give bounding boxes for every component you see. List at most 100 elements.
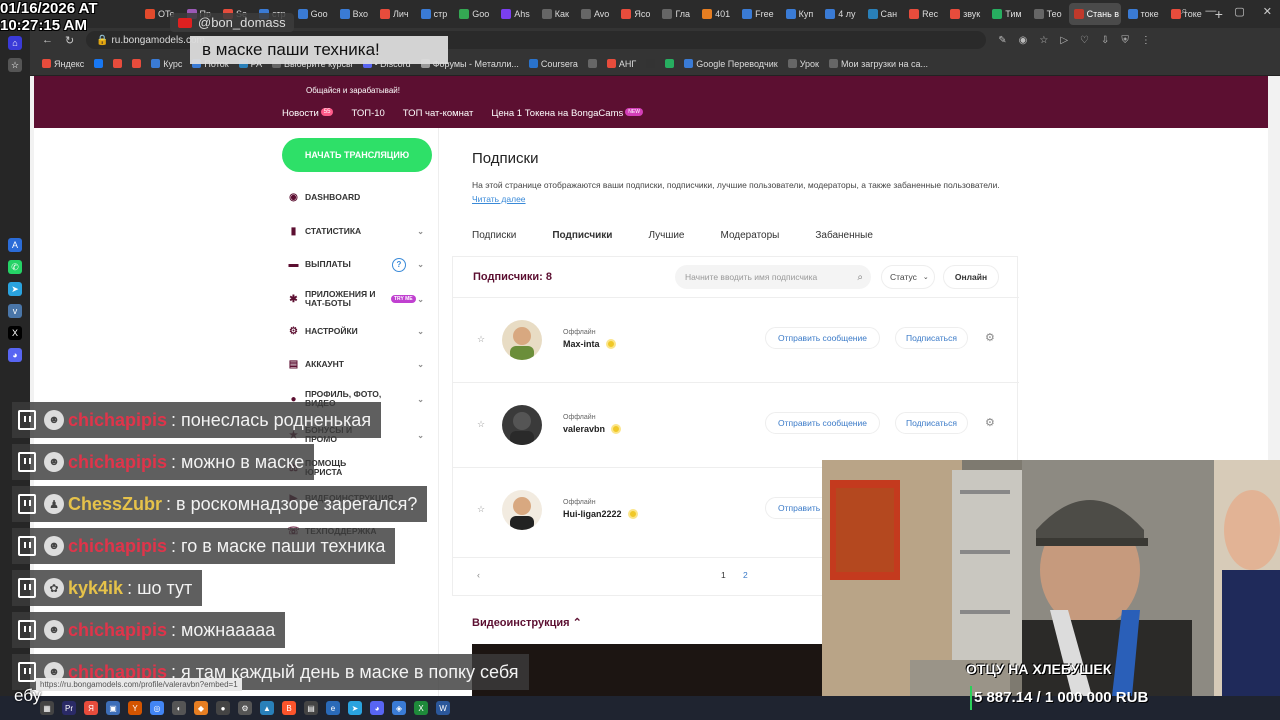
- close-icon[interactable]: ✕: [1263, 5, 1272, 18]
- browser-tab[interactable]: Avo: [576, 3, 614, 25]
- discord-icon[interactable]: ◕: [370, 701, 384, 715]
- browser-tab[interactable]: токе: [1123, 3, 1164, 25]
- gear-icon[interactable]: ⚙: [985, 331, 995, 344]
- nav-item[interactable]: ТОП-10: [351, 108, 384, 119]
- prev-page-icon[interactable]: ‹: [477, 570, 480, 580]
- app-icon[interactable]: ◆: [194, 701, 208, 715]
- username[interactable]: valeravbn: [563, 424, 622, 434]
- sidebar-item[interactable]: ◉ DASHBOARD: [288, 192, 428, 203]
- home-icon[interactable]: ⌂: [8, 36, 22, 50]
- browser-tab[interactable]: Тео: [1029, 3, 1067, 25]
- browser-tab[interactable]: 401: [697, 3, 735, 25]
- sidebar-item[interactable]: ⚙ НАСТРОЙКИ ⌄: [288, 326, 428, 337]
- app-icon[interactable]: ◐: [172, 701, 186, 715]
- nav-item[interactable]: Цена 1 Токена на BongaCams NEW: [491, 108, 643, 119]
- browser-tab[interactable]: Куп: [781, 3, 819, 25]
- discord-icon[interactable]: ◕: [8, 348, 22, 362]
- premiere-icon[interactable]: Pr: [62, 701, 76, 715]
- star-icon[interactable]: ☆: [8, 58, 22, 72]
- back-icon[interactable]: ←: [42, 34, 53, 46]
- whatsapp-icon[interactable]: ✆: [8, 260, 22, 274]
- send-message-button[interactable]: Отправить сообщение: [765, 412, 880, 434]
- app-icon[interactable]: ◈: [392, 701, 406, 715]
- send-message-button[interactable]: Отправить сообщение: [765, 327, 880, 349]
- bookmark-item[interactable]: [587, 59, 597, 68]
- username[interactable]: Max-inta: [563, 339, 616, 349]
- edge-icon[interactable]: e: [326, 701, 340, 715]
- page-2[interactable]: 2: [743, 570, 748, 580]
- subscribe-button[interactable]: Подписаться: [895, 327, 968, 349]
- help-icon[interactable]: ?: [392, 257, 406, 272]
- brave-icon[interactable]: B: [282, 701, 296, 715]
- download-icon[interactable]: ⇩: [1101, 35, 1109, 46]
- favorite-star-icon[interactable]: ☆: [477, 504, 485, 515]
- avatar[interactable]: [502, 405, 542, 445]
- yandex-icon[interactable]: Я: [84, 701, 98, 715]
- tab-1[interactable]: Подписчики: [552, 230, 626, 250]
- edit-icon[interactable]: ✎: [998, 35, 1006, 46]
- browser-tab[interactable]: стр: [416, 3, 453, 25]
- play-icon[interactable]: ▷: [1060, 35, 1068, 46]
- avatar[interactable]: [502, 320, 542, 360]
- sidebar-item[interactable]: ▤ АККАУНТ ⌄: [288, 359, 428, 370]
- bookmark-item[interactable]: Coursera: [528, 59, 578, 69]
- telegram-icon[interactable]: ➤: [8, 282, 22, 296]
- excel-icon[interactable]: X: [414, 701, 428, 715]
- browser-tab[interactable]: Тим: [987, 3, 1026, 25]
- x-icon[interactable]: X: [8, 326, 22, 340]
- username[interactable]: Hui-ligan2222: [563, 509, 638, 519]
- app-icon[interactable]: ▲: [260, 701, 274, 715]
- app-icon[interactable]: ▤: [304, 701, 318, 715]
- bookmark-item[interactable]: Google Переводчик: [684, 59, 778, 69]
- browser-tab[interactable]: Вхо: [335, 3, 373, 25]
- browser-tab[interactable]: Ясо: [616, 3, 655, 25]
- reload-icon[interactable]: ↻: [65, 34, 74, 47]
- star-icon[interactable]: ☆: [1039, 35, 1048, 46]
- browser-tab[interactable]: Сан: [863, 3, 903, 25]
- tab-2[interactable]: Лучшие: [648, 230, 698, 250]
- browser-tab[interactable]: Goo: [454, 3, 494, 25]
- sidebar-item[interactable]: ▮ СТАТИСТИКА ⌄: [288, 226, 428, 237]
- bookmark-item[interactable]: [113, 59, 123, 68]
- camera-icon[interactable]: ◉: [1019, 35, 1028, 46]
- bookmark-item[interactable]: Урок: [787, 59, 819, 69]
- shield-icon[interactable]: ⛨: [1121, 35, 1129, 46]
- browser-tab[interactable]: Гла: [657, 3, 695, 25]
- settings-icon[interactable]: ⚙: [238, 701, 252, 715]
- page-1[interactable]: 1: [721, 570, 726, 580]
- nav-item[interactable]: ТОП чат-комнат: [403, 108, 474, 119]
- read-more-link[interactable]: Читать далее: [472, 194, 526, 204]
- maximize-icon[interactable]: ▢: [1234, 5, 1244, 18]
- bookmark-item[interactable]: Курс: [151, 59, 182, 69]
- bookmark-item[interactable]: [665, 59, 675, 68]
- browser-tab[interactable]: Goo: [293, 3, 333, 25]
- task-view-icon[interactable]: ▦: [40, 701, 54, 715]
- favorite-star-icon[interactable]: ☆: [477, 334, 485, 345]
- nav-item[interactable]: Новости 55: [282, 108, 334, 119]
- search-tabs-icon[interactable]: ⌕: [1181, 5, 1187, 18]
- gear-icon[interactable]: ⚙: [985, 416, 995, 429]
- chrome-icon[interactable]: ◎: [150, 701, 164, 715]
- browser-tab[interactable]: Как: [537, 3, 574, 25]
- subscriber-search-input[interactable]: Начните вводить имя подписчика ⌕: [675, 265, 871, 289]
- sidebar-item[interactable]: ✱ ПРИЛОЖЕНИЯ И ЧАТ-БОТЫ TRY ME ⌄: [288, 290, 428, 308]
- yandex-browser-icon[interactable]: Y: [128, 701, 142, 715]
- app-icon[interactable]: ●: [216, 701, 230, 715]
- browser-tab[interactable]: Rec: [904, 3, 943, 25]
- favorite-star-icon[interactable]: ☆: [477, 419, 485, 430]
- status-select[interactable]: Статус ⌄: [881, 265, 935, 289]
- vk-icon[interactable]: v: [8, 304, 22, 318]
- browser-tab[interactable]: 4 лу: [820, 3, 860, 25]
- tab-3[interactable]: Модераторы: [721, 230, 794, 250]
- browser-tab[interactable]: Стань в: [1068, 3, 1121, 25]
- browser-tab[interactable]: Free: [737, 3, 779, 25]
- browser-tab[interactable]: Лич: [375, 3, 414, 25]
- start-broadcast-button[interactable]: НАЧАТЬ ТРАНСЛЯЦИЮ: [282, 138, 432, 172]
- video-instruction-heading[interactable]: Видеоинструкция ⌃: [472, 616, 582, 629]
- bookmark-item[interactable]: АНГ: [606, 59, 636, 69]
- bookmark-item[interactable]: Мои загрузки на са...: [828, 59, 928, 69]
- heart-icon[interactable]: ♡: [1080, 35, 1089, 46]
- minimize-icon[interactable]: —: [1205, 5, 1216, 18]
- bookmark-item[interactable]: Яндекс: [42, 59, 84, 69]
- sidebar-item[interactable]: ▬ ВЫПЛАТЫ? ⌄: [288, 257, 428, 272]
